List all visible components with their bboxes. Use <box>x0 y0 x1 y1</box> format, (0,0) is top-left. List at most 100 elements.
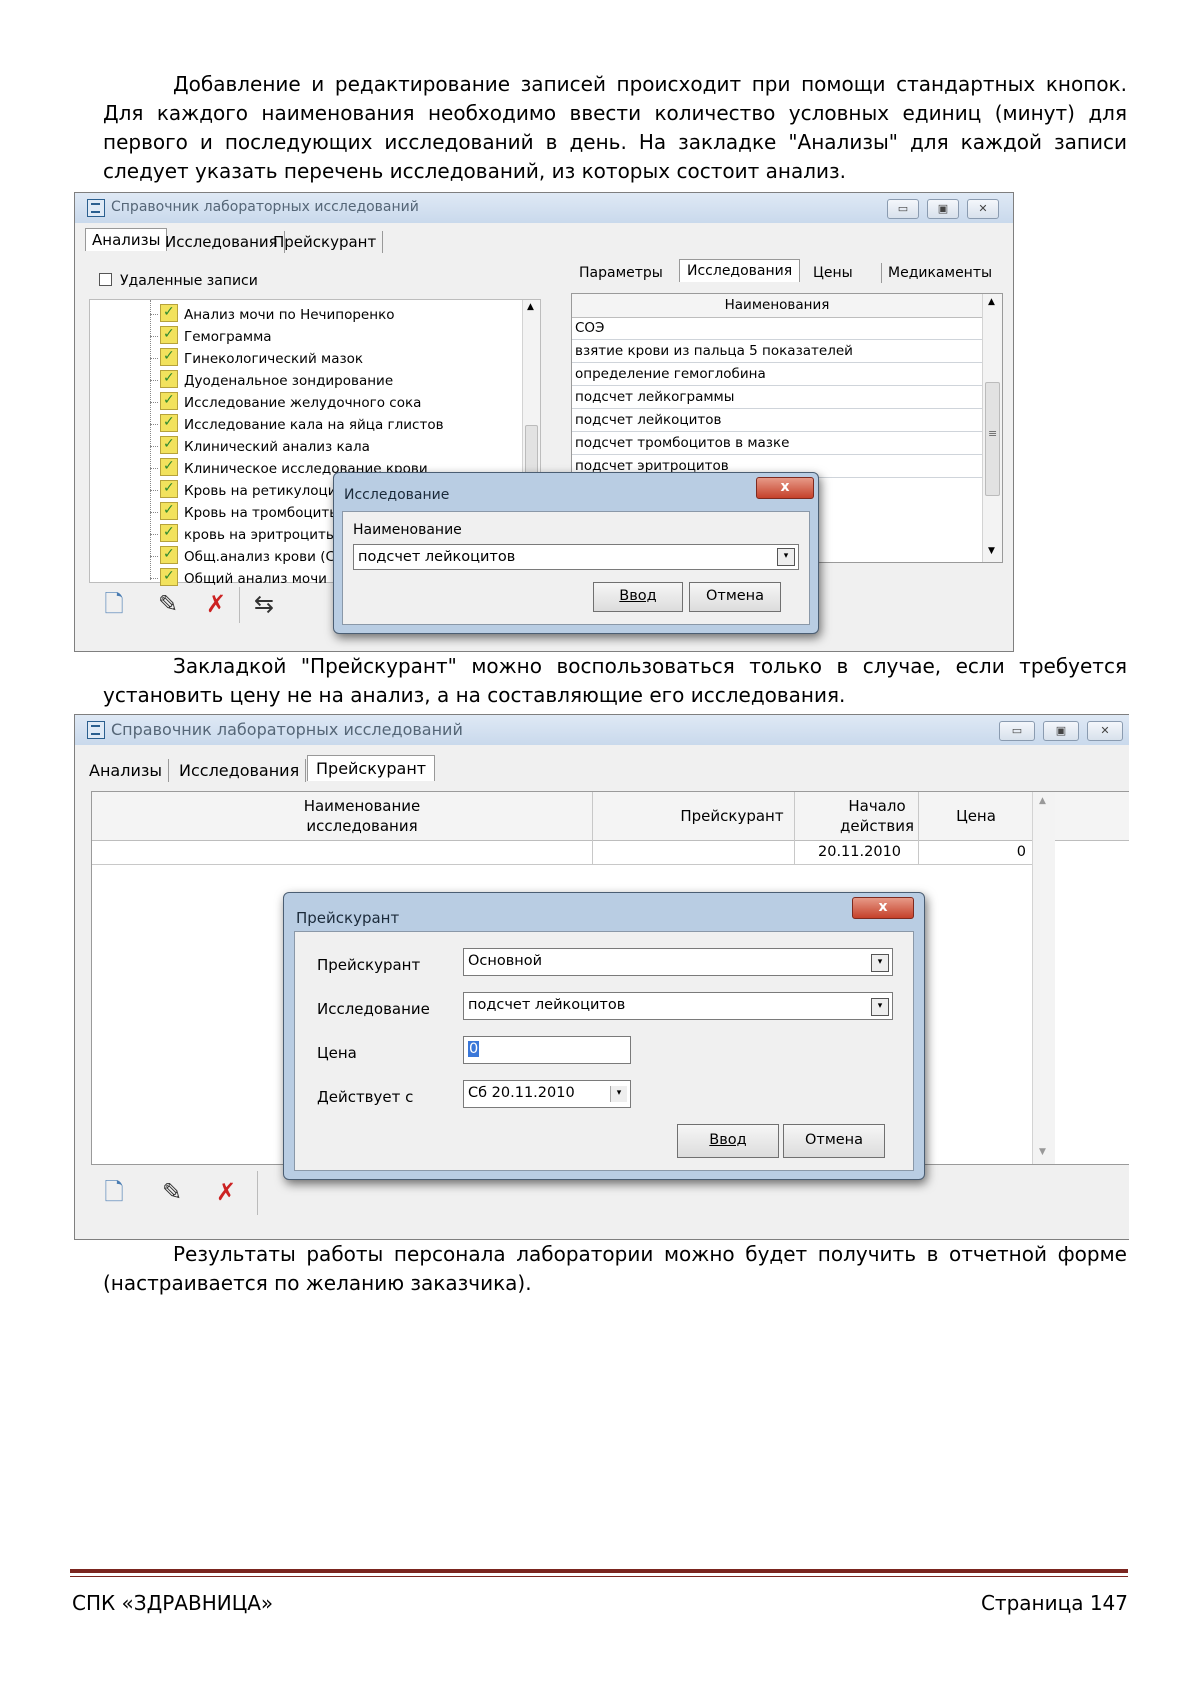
move-arrows-icon[interactable]: ⇆ <box>249 589 279 619</box>
intro-paragraph: Добавление и редактирование записей прои… <box>103 72 1127 183</box>
tab-pricelist[interactable]: Прейскурант <box>307 755 436 781</box>
dialog-close-button[interactable]: x <box>852 897 914 919</box>
table-row[interactable]: подсчет лейкоцитов <box>572 409 982 432</box>
window-title: Справочник лабораторных исследований <box>111 199 419 215</box>
add-record-icon[interactable]: 🗋 <box>99 1177 129 1207</box>
scroll-up-icon[interactable]: ▲ <box>527 302 534 312</box>
tab-right-studies[interactable]: Исследования <box>679 259 801 282</box>
tab-pricelist[interactable]: Прейскурант <box>267 231 384 253</box>
close-button[interactable]: ✕ <box>1087 721 1123 741</box>
scroll-down-icon[interactable]: ▼ <box>988 546 995 556</box>
tree-item-label: Кровь на ретикулоцит <box>184 483 345 499</box>
table-row[interactable]: определение гемоглобина <box>572 363 982 386</box>
deleted-records-checkbox[interactable]: Удаленные записи <box>99 273 258 289</box>
add-record-icon[interactable]: 🗋 <box>99 589 129 619</box>
cancel-button-label: Отмена <box>705 588 765 604</box>
name-label: Наименование <box>353 522 462 538</box>
checked-icon <box>160 566 178 586</box>
checked-icon <box>160 368 178 388</box>
tree-item[interactable]: Клинический анализ кала <box>160 434 370 457</box>
scroll-down-icon[interactable]: ▼ <box>1039 1147 1046 1157</box>
tree-item[interactable]: Кровь на тромбоциты <box>160 500 340 523</box>
minimize-button[interactable]: ▭ <box>887 199 919 219</box>
tab-medications[interactable]: Медикаменты <box>881 263 998 283</box>
tab-studies[interactable]: Исследования <box>173 759 307 782</box>
pricelist-value: Основной <box>468 953 543 969</box>
edit-record-icon[interactable]: ✎ <box>157 1177 187 1207</box>
cancel-button[interactable]: Отмена <box>689 582 781 612</box>
scroll-grip-icon: ≡ <box>988 427 998 440</box>
cell-start-date: 20.11.2010 <box>818 844 902 860</box>
grid-scrollbar[interactable]: ▲ ▼ <box>1032 792 1055 1164</box>
scroll-up-icon[interactable]: ▲ <box>988 297 995 307</box>
dropdown-icon[interactable]: ▾ <box>871 998 889 1016</box>
tree-item[interactable]: Исследование желудочного сока <box>160 390 422 413</box>
app-icon <box>87 199 105 217</box>
ok-button-label: Ввод <box>709 1132 747 1148</box>
checked-icon <box>160 522 178 542</box>
delete-record-icon[interactable]: ✗ <box>211 1177 241 1207</box>
maximize-button[interactable]: ▣ <box>1043 721 1079 741</box>
dropdown-icon[interactable]: ▾ <box>777 548 795 566</box>
price-value: 0 <box>468 1041 480 1057</box>
tree-item[interactable]: Гинекологический мазок <box>160 346 363 369</box>
tab-prices[interactable]: Цены <box>807 263 859 283</box>
dialog-close-button[interactable]: x <box>756 477 814 499</box>
ok-button[interactable]: Ввод <box>593 582 683 612</box>
pricelist-select[interactable]: Основной ▾ <box>463 948 893 976</box>
pricelist-dialog: Прейскурант x Прейскурант Основной ▾ Исс… <box>283 892 925 1180</box>
tree-item[interactable]: Общ.анализ крови (С <box>160 544 335 567</box>
app-icon <box>87 721 105 739</box>
table-row[interactable]: 20.11.2010 0 <box>92 840 1032 864</box>
edit-record-icon[interactable]: ✎ <box>153 589 183 619</box>
table-row[interactable]: подсчет лейкограммы <box>572 386 982 409</box>
footer-company: СПК «ЗДРАВНИЦА» <box>72 1591 274 1615</box>
name-field[interactable]: подсчет лейкоцитов ▾ <box>353 544 799 570</box>
results-paragraph: Результаты работы персонала лаборатории … <box>103 1242 1127 1295</box>
maximize-button[interactable]: ▣ <box>927 199 959 219</box>
tree-item[interactable]: Дуоденальное зондирование <box>160 368 394 391</box>
dropdown-icon[interactable]: ▾ <box>871 954 889 972</box>
col-header-name-line2: исследования <box>306 817 418 835</box>
col-header-pricelist: Прейскурант <box>680 807 784 825</box>
study-dialog-title: Исследование <box>344 487 450 503</box>
table-row[interactable]: СОЭ <box>572 317 982 340</box>
valid-from-value: Сб 20.11.2010 <box>468 1085 575 1101</box>
tree-item-label: Анализ мочи по Нечипоренко <box>184 307 395 323</box>
tree-item[interactable]: Кровь на ретикулоцит <box>160 478 345 501</box>
tree-item[interactable]: Гемограмма <box>160 324 272 347</box>
scroll-thumb[interactable]: ≡ <box>985 382 1000 496</box>
delete-record-icon[interactable]: ✗ <box>201 589 231 619</box>
tab-analyses[interactable]: Анализы <box>85 228 168 251</box>
tree-item-label: кровь на эритроциты <box>184 527 337 543</box>
checked-icon <box>160 478 178 498</box>
ok-button[interactable]: Ввод <box>677 1124 779 1158</box>
checked-icon <box>160 324 178 344</box>
tab-parameters[interactable]: Параметры <box>573 263 669 283</box>
grid-header-names: Наименования <box>572 294 982 318</box>
footer-rule-thin <box>70 1576 1128 1577</box>
checked-icon <box>160 544 178 564</box>
study-select[interactable]: подсчет лейкоцитов ▾ <box>463 992 893 1020</box>
table-row[interactable]: подсчет тромбоцитов в мазке <box>572 432 982 455</box>
table-row[interactable]: взятие крови из пальца 5 показателей <box>572 340 982 363</box>
close-button[interactable]: ✕ <box>967 199 999 219</box>
tree-item[interactable]: кровь на эритроциты <box>160 522 337 545</box>
grid-scrollbar[interactable]: ▲ ≡ ▼ <box>982 294 1002 562</box>
cancel-button[interactable]: Отмена <box>783 1124 885 1158</box>
tree-item[interactable]: Исследование кала на яйца глистов <box>160 412 444 435</box>
calendar-dropdown-icon[interactable]: ▾ <box>610 1086 627 1102</box>
tree-item[interactable]: Анализ мочи по Нечипоренко <box>160 302 395 325</box>
valid-from-date[interactable]: Сб 20.11.2010 ▾ <box>463 1080 631 1108</box>
tab-studies[interactable]: Исследования <box>159 231 285 253</box>
cancel-button-label: Отмена <box>804 1132 864 1148</box>
price-input[interactable]: 0 <box>463 1036 631 1064</box>
tree-item-label: Дуоденальное зондирование <box>184 373 394 389</box>
tree-item[interactable]: Общий анализ мочи <box>160 566 327 589</box>
col-header-name: Наименование исследования <box>212 796 512 836</box>
minimize-button[interactable]: ▭ <box>999 721 1035 741</box>
checkbox-box[interactable] <box>99 273 112 286</box>
tab-analyses[interactable]: Анализы <box>83 759 169 782</box>
tree-item-label: Исследование желудочного сока <box>184 395 422 411</box>
scroll-up-icon[interactable]: ▲ <box>1039 796 1046 806</box>
